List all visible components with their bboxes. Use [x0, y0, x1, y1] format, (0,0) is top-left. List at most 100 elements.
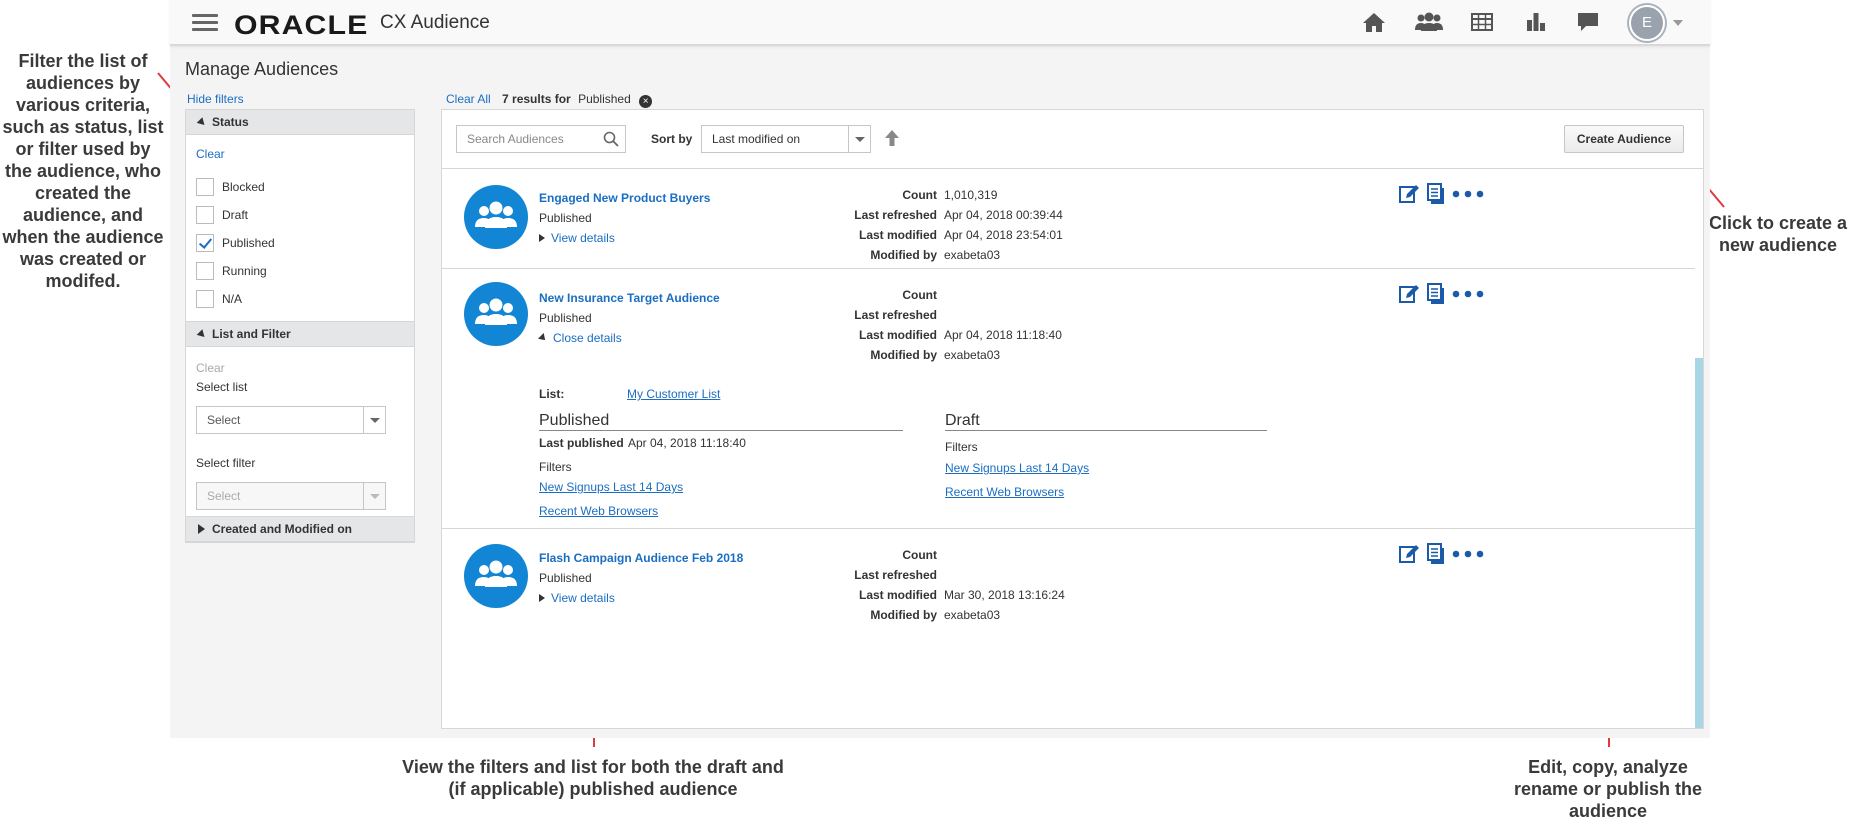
expand-triangle-icon [539, 234, 545, 242]
list-filter-clear-link: Clear [196, 361, 225, 375]
table-icon[interactable] [1468, 10, 1496, 34]
created-modified-header[interactable]: Created and Modified on [186, 516, 414, 542]
status-filter-title: Status [212, 115, 249, 129]
count-label: Count [902, 548, 937, 562]
top-navigation-bar: ORACLE CX Audience E [170, 0, 1710, 46]
list-label: List: [539, 387, 565, 401]
hamburger-menu-icon[interactable] [192, 14, 218, 32]
draft-filter-link[interactable]: Recent Web Browsers [945, 485, 1064, 499]
published-checkbox[interactable] [196, 234, 214, 252]
edit-icon[interactable] [1398, 543, 1420, 565]
expand-triangle-icon [198, 524, 205, 534]
search-icon[interactable] [603, 131, 619, 147]
bar-chart-icon[interactable] [1522, 10, 1550, 34]
last-refreshed-label: Last refreshed [854, 208, 937, 222]
blocked-label: Blocked [222, 180, 265, 194]
list-toolbar: Search Audiences Sort by Last modified o… [442, 110, 1703, 169]
chevron-down-icon[interactable] [848, 126, 870, 152]
results-summary: Clear All 7 results for Published × [446, 92, 653, 108]
select-filter-value: Select [207, 489, 241, 503]
last-refreshed-value: Apr 04, 2018 00:39:44 [944, 208, 1063, 222]
modified-by-label: Modified by [870, 248, 937, 262]
audience-name-link[interactable]: Engaged New Product Buyers [539, 191, 710, 205]
toggle-label: View details [551, 231, 615, 245]
last-refreshed-label: Last refreshed [854, 308, 937, 322]
count-value: 1,010,319 [944, 188, 998, 202]
running-checkbox[interactable] [196, 262, 214, 280]
last-published-label: Last published [539, 436, 624, 450]
copy-icon[interactable] [1426, 543, 1448, 565]
copy-icon[interactable] [1426, 283, 1448, 305]
published-filter-link[interactable]: New Signups Last 14 Days [539, 480, 683, 494]
na-checkbox[interactable] [196, 290, 214, 308]
close-details-toggle[interactable]: Close details [538, 331, 622, 345]
published-filters-label: Filters [539, 460, 572, 474]
list-filter-title: List and Filter [212, 327, 291, 341]
sort-ascending-arrow-icon[interactable] [884, 129, 900, 147]
user-menu-chevron-down-icon[interactable] [1673, 20, 1683, 26]
list-link[interactable]: My Customer List [627, 387, 720, 401]
filter-annotation: Filter the list of audiences by various … [2, 51, 164, 291]
oracle-logo: ORACLE [234, 10, 369, 40]
status-filter-header[interactable]: Status [186, 109, 414, 135]
blocked-checkbox[interactable] [196, 178, 214, 196]
last-modified-value: Apr 04, 2018 11:18:40 [944, 328, 1062, 342]
published-label: Published [222, 236, 275, 250]
audience-card: Engaged New Product Buyers Published Vie… [442, 169, 1695, 269]
modified-by-value: exabeta03 [944, 608, 1001, 622]
modified-by-value: exabeta03 [944, 348, 1001, 362]
audience-group-icon [464, 282, 528, 346]
list-filter-header[interactable]: List and Filter [186, 321, 414, 347]
collapse-triangle-icon [538, 333, 548, 343]
create-annotation: Click to create a new audience [1708, 213, 1848, 255]
app-window: ORACLE CX Audience E Manage Audiences Hi… [170, 0, 1710, 738]
audience-name-link[interactable]: Flash Campaign Audience Feb 2018 [539, 551, 743, 565]
last-modified-label: Last modified [858, 328, 937, 342]
search-input[interactable]: Search Audiences [456, 125, 626, 153]
more-options-icon[interactable] [1452, 183, 1484, 205]
published-filter-link[interactable]: Recent Web Browsers [539, 504, 658, 518]
audience-actions [1398, 183, 1484, 205]
draft-filter-link[interactable]: New Signups Last 14 Days [945, 461, 1089, 475]
view-details-toggle[interactable]: View details [539, 591, 615, 605]
filter-panel: Status Clear Blocked Draft Published Run… [185, 109, 415, 543]
home-icon[interactable] [1360, 10, 1388, 34]
user-avatar[interactable]: E [1629, 5, 1665, 41]
copy-icon[interactable] [1426, 183, 1448, 205]
more-options-icon[interactable] [1452, 283, 1484, 305]
results-count: 7 results for [502, 92, 571, 106]
count-label: Count [902, 188, 937, 202]
create-audience-button[interactable]: Create Audience [1564, 125, 1684, 153]
draft-checkbox[interactable] [196, 206, 214, 224]
na-label: N/A [222, 292, 243, 306]
select-filter-dropdown: Select [196, 482, 386, 510]
sort-by-dropdown[interactable]: Last modified on [701, 125, 871, 153]
view-details-toggle[interactable]: View details [539, 231, 615, 245]
hide-filters-link[interactable]: Hide filters [187, 92, 244, 106]
more-options-icon[interactable] [1452, 543, 1484, 565]
audience-status: Published [539, 311, 592, 325]
audience-name-link[interactable]: New Insurance Target Audience [539, 291, 720, 305]
people-icon[interactable] [1413, 10, 1445, 34]
draft-divider [945, 430, 1267, 431]
last-refreshed-label: Last refreshed [854, 568, 937, 582]
edit-icon[interactable] [1398, 183, 1420, 205]
audience-group-icon [464, 544, 528, 608]
running-label: Running [222, 264, 267, 278]
clear-all-link[interactable]: Clear All [446, 92, 491, 106]
active-filter-chip: Published [578, 92, 631, 106]
audience-actions [1398, 543, 1484, 565]
select-list-dropdown[interactable]: Select [196, 406, 386, 434]
chevron-down-icon[interactable] [363, 407, 385, 433]
details-annotation: View the filters and list for both the d… [402, 757, 784, 799]
count-label: Count [902, 288, 937, 302]
chat-icon[interactable] [1574, 10, 1602, 34]
remove-filter-close-icon[interactable]: × [639, 95, 653, 108]
modified-by-label: Modified by [870, 608, 937, 622]
last-modified-value: Mar 30, 2018 13:16:24 [944, 588, 1065, 602]
status-clear-link[interactable]: Clear [196, 147, 225, 161]
edit-icon[interactable] [1398, 283, 1420, 305]
product-name: CX Audience [380, 12, 490, 33]
search-placeholder: Search Audiences [467, 132, 564, 146]
scrollbar-thumb[interactable] [1695, 358, 1703, 728]
